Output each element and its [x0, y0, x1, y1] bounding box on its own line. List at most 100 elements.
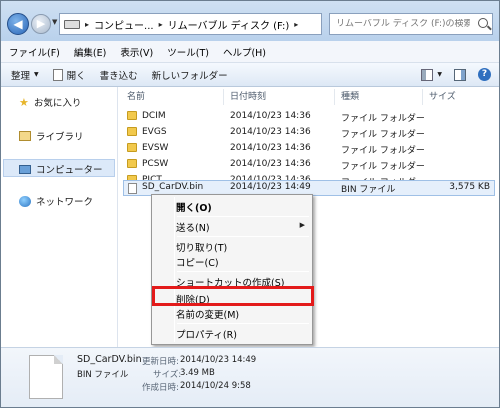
help-icon[interactable]: ?	[478, 68, 491, 81]
nav-item-libraries[interactable]: ライブラリ	[19, 129, 84, 143]
burn-button[interactable]: 書き込む	[100, 68, 138, 82]
context-item-cut[interactable]: 切り取り(T)	[176, 240, 227, 254]
file-type: ファイル フォルダー	[341, 114, 425, 124]
details-pane: SD_CarDV.bin BIN ファイル 更新日時: 2014/10/23 1…	[1, 347, 499, 407]
file-row-evgs[interactable]: EVGS 2014/10/23 14:36 ファイル フォルダー	[123, 125, 495, 141]
nav-item-network[interactable]: ネットワーク	[19, 194, 93, 208]
context-menu: 開く(O) 送る(N) ▶ 切り取り(T) コピー(C) ショートカットの作成(…	[151, 194, 313, 345]
back-button[interactable]: ◀	[7, 13, 29, 35]
column-divider[interactable]	[334, 89, 335, 105]
file-size: 3,575 KB	[449, 182, 490, 192]
chevron-down-icon: ▼	[34, 71, 39, 78]
breadcrumb-separator[interactable]: ▸	[85, 20, 89, 29]
menu-edit[interactable]: 編集(E)	[74, 45, 106, 59]
file-preview-icon	[29, 355, 63, 399]
bin-file-icon	[128, 183, 137, 194]
nav-label: お気に入り	[33, 98, 82, 109]
file-date: 2014/10/23 14:49	[230, 182, 311, 192]
file-name: EVSW	[142, 143, 169, 153]
menu-tools[interactable]: ツール(T)	[167, 45, 209, 59]
file-row-evsw[interactable]: EVSW 2014/10/23 14:36 ファイル フォルダー	[123, 141, 495, 157]
burn-label: 書き込む	[99, 70, 138, 82]
breadcrumb-removable-disk[interactable]: リムーバブル ディスク (F:)	[168, 17, 290, 32]
drive-icon	[64, 19, 80, 29]
library-icon	[19, 131, 31, 141]
file-date: 2014/10/23 14:36	[230, 143, 311, 153]
document-icon	[52, 68, 63, 81]
star-icon: ★	[19, 95, 29, 109]
context-item-send-to[interactable]: 送る(N)	[176, 220, 210, 234]
column-header-type[interactable]: 種類	[341, 87, 359, 107]
nav-item-computer[interactable]: コンピューター	[19, 162, 103, 176]
explorer-window: ◀ ▶ ▼ ▸ コンピュー... ▸ リムーバブル ディスク (F:) ▸ ⟳ …	[0, 0, 500, 408]
breadcrumb-separator[interactable]: ▸	[159, 20, 163, 29]
folder-icon	[127, 127, 137, 136]
file-type: ファイル フォルダー	[341, 146, 425, 156]
details-modified-label: 更新日時:	[142, 357, 179, 367]
nav-label: コンピューター	[36, 165, 103, 176]
context-item-open[interactable]: 開く(O)	[176, 200, 212, 214]
menu-separator	[177, 236, 309, 237]
menu-gutter	[174, 197, 175, 342]
details-filename: SD_CarDV.bin	[77, 354, 142, 365]
delete-highlight-box	[152, 286, 314, 306]
nav-label: ライブラリ	[36, 132, 84, 143]
folder-icon	[127, 143, 137, 152]
change-view-icon[interactable]	[421, 68, 434, 81]
context-item-properties[interactable]: プロパティ(R)	[176, 327, 237, 341]
recent-pages-dropdown[interactable]: ▼	[52, 18, 57, 26]
file-type: ファイル フォルダー	[341, 162, 425, 172]
address-bar[interactable]: ▸ コンピュー... ▸ リムーバブル ディスク (F:) ▸ ⟳	[59, 13, 374, 35]
open-label: 開く	[66, 70, 86, 82]
nav-item-favorites[interactable]: ★ お気に入り	[19, 95, 82, 110]
details-created-label: 作成日時:	[142, 383, 179, 393]
chevron-down-icon[interactable]: ▼	[437, 71, 442, 78]
new-folder-button[interactable]: 新しいフォルダー	[152, 68, 228, 82]
details-size-label: サイズ:	[153, 370, 182, 380]
file-name: DCIM	[142, 111, 166, 121]
context-item-rename[interactable]: 名前の変更(M)	[176, 307, 239, 321]
organize-label: 整理	[11, 70, 31, 82]
submenu-arrow-icon: ▶	[299, 221, 305, 229]
menu-help[interactable]: ヘルプ(H)	[223, 45, 266, 59]
search-input[interactable]	[336, 19, 470, 29]
organize-button[interactable]: 整理 ▼	[11, 68, 39, 82]
open-button[interactable]: 開く	[52, 68, 86, 82]
menu-separator	[177, 271, 309, 272]
menu-bar: ファイル(F) 編集(E) 表示(V) ツール(T) ヘルプ(H)	[1, 41, 499, 63]
forward-button[interactable]: ▶	[31, 14, 51, 34]
folder-icon	[127, 159, 137, 168]
address-row: ◀ ▶ ▼ ▸ コンピュー... ▸ リムーバブル ディスク (F:) ▸ ⟳	[1, 1, 499, 41]
navigation-pane: ★ お気に入り ライブラリ コンピューター ネットワーク	[1, 87, 118, 347]
menu-separator	[177, 216, 309, 217]
details-size-value: 3.49 MB	[180, 368, 215, 378]
search-box[interactable]	[329, 13, 493, 35]
column-header-date[interactable]: 日付時刻	[230, 87, 266, 107]
file-type: BIN ファイル	[341, 185, 396, 195]
nav-label: ネットワーク	[36, 197, 94, 208]
preview-pane-icon[interactable]	[454, 68, 466, 81]
file-name: SD_CarDV.bin	[142, 182, 204, 192]
file-row-pcsw[interactable]: PCSW 2014/10/23 14:36 ファイル フォルダー	[123, 157, 495, 173]
back-arrow-icon: ◀	[13, 17, 23, 31]
column-header-size[interactable]: サイズ	[429, 87, 456, 107]
breadcrumb-computer[interactable]: コンピュー...	[94, 17, 154, 32]
menu-view[interactable]: 表示(V)	[120, 45, 153, 59]
context-item-copy[interactable]: コピー(C)	[176, 255, 219, 269]
menu-file[interactable]: ファイル(F)	[9, 45, 60, 59]
column-divider[interactable]	[422, 89, 423, 105]
computer-icon	[19, 164, 31, 174]
search-icon[interactable]	[478, 18, 488, 28]
file-type: ファイル フォルダー	[341, 130, 425, 140]
details-filetype: BIN ファイル	[77, 370, 129, 380]
command-bar: 整理 ▼ 開く 書き込む 新しいフォルダー ▼ ?	[1, 63, 499, 87]
details-created-value: 2014/10/24 9:58	[180, 381, 251, 391]
breadcrumb-separator[interactable]: ▸	[294, 20, 298, 29]
column-divider[interactable]	[223, 89, 224, 105]
folder-icon	[127, 111, 137, 120]
network-icon	[19, 195, 31, 207]
file-date: 2014/10/23 14:36	[230, 159, 311, 169]
forward-arrow-icon: ▶	[36, 17, 46, 30]
file-row-dcim[interactable]: DCIM 2014/10/23 14:36 ファイル フォルダー	[123, 109, 495, 125]
column-header-name[interactable]: 名前	[127, 87, 145, 107]
